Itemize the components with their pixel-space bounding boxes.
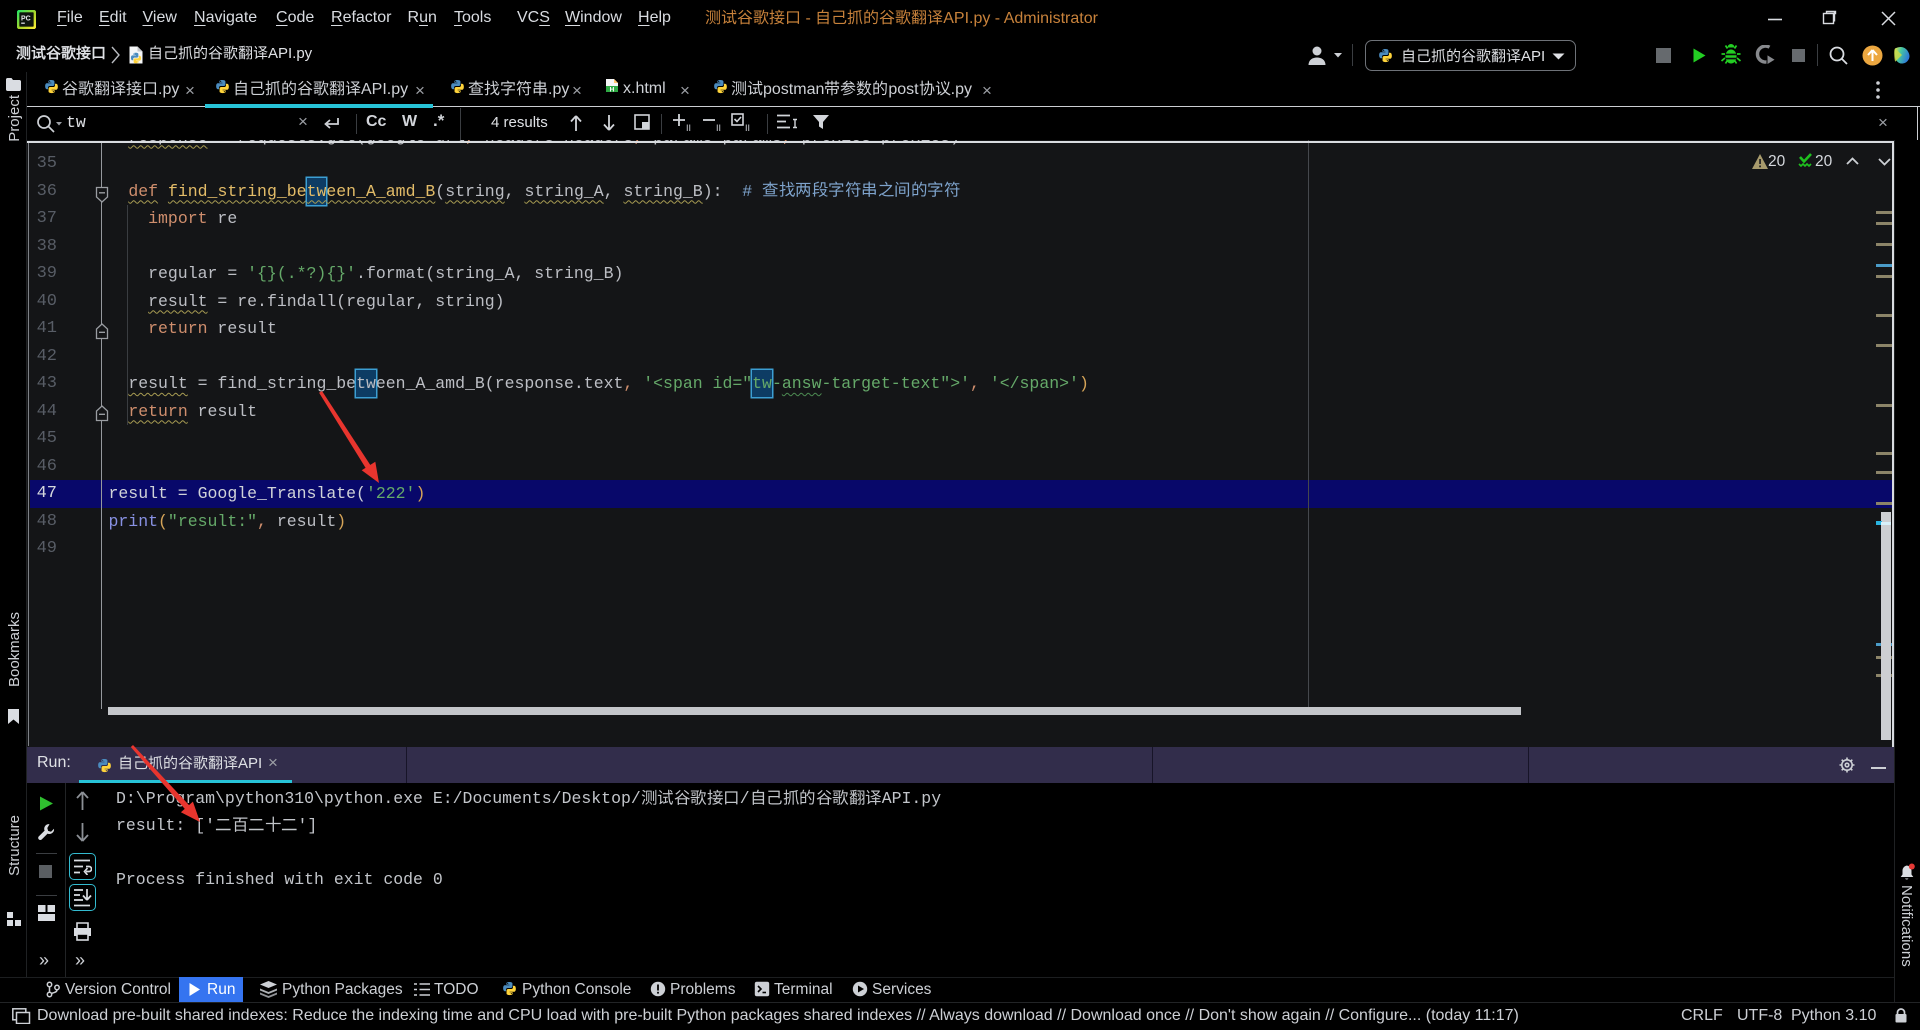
svg-text:II: II	[716, 123, 721, 132]
svg-text:PC: PC	[21, 16, 31, 23]
svg-text:II: II	[745, 123, 750, 132]
svg-text:II: II	[686, 123, 691, 132]
